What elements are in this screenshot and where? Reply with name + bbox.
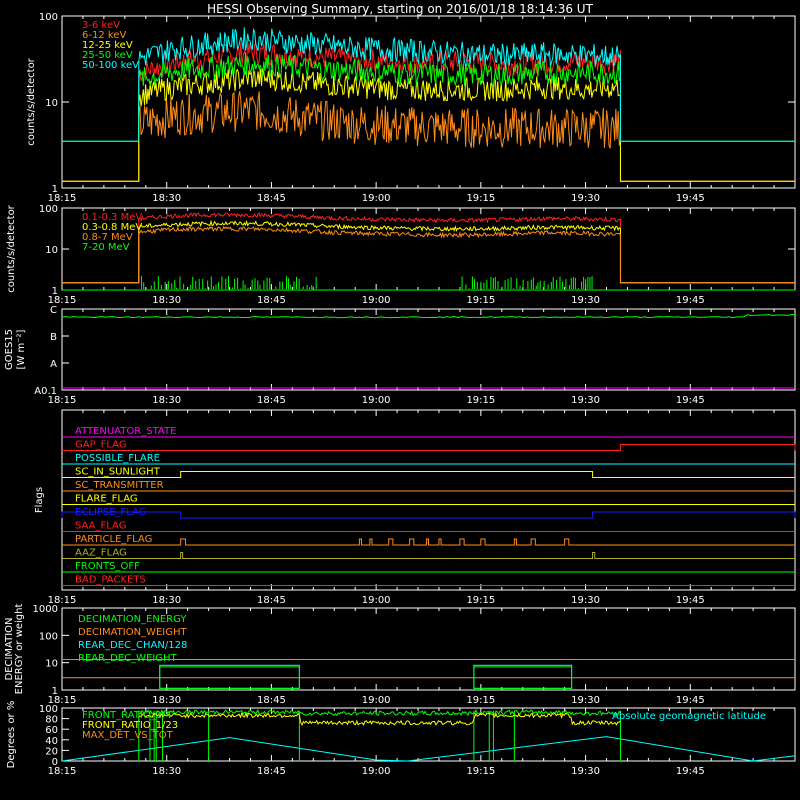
x-tick-label: 18:30 bbox=[152, 193, 181, 204]
x-tick-label: 19:30 bbox=[571, 193, 600, 204]
x-tick-label: 19:00 bbox=[362, 395, 391, 406]
y-tick-label: 10 bbox=[45, 245, 58, 256]
legend-entry: MAX_DET_VS_TOT bbox=[82, 730, 174, 741]
y-tick-label: 100 bbox=[39, 704, 58, 715]
legend-entry: DECIMATION_ENERGY bbox=[78, 614, 187, 625]
x-tick-label: 18:30 bbox=[152, 295, 181, 306]
legend-entry: REAR_DEC_WEIGHT bbox=[78, 653, 177, 664]
y-tick-label: 20 bbox=[45, 746, 58, 757]
legend-entry: 50-100 keV bbox=[82, 60, 139, 71]
x-tick-label: 19:30 bbox=[571, 295, 600, 306]
x-tick-label: 18:45 bbox=[257, 295, 286, 306]
x-tick-label: 19:45 bbox=[676, 395, 705, 406]
x-tick-label: 18:45 bbox=[257, 695, 286, 706]
x-tick-label: 19:15 bbox=[466, 695, 495, 706]
x-tick-label: 19:15 bbox=[466, 295, 495, 306]
x-tick-label: 19:45 bbox=[676, 295, 705, 306]
flag-label: PARTICLE_FLAG bbox=[75, 534, 152, 545]
flag-label: GAP_FLAG bbox=[75, 440, 127, 451]
x-tick-label: 18:45 bbox=[257, 193, 286, 204]
y-tick-label: 60 bbox=[45, 725, 58, 736]
x-tick-label: 19:00 bbox=[362, 193, 391, 204]
y-axis-label: ENERGY or weight bbox=[14, 604, 25, 695]
flag-label: SAA_FLAG bbox=[75, 521, 126, 532]
flag-label: SC_IN_SUNLIGHT bbox=[75, 467, 161, 478]
y-axis-unit: [W m⁻²] bbox=[16, 329, 27, 369]
x-tick-label: 18:45 bbox=[257, 766, 286, 777]
legend-entry: 7-20 MeV bbox=[82, 242, 130, 253]
y-tick-label: 1 bbox=[52, 184, 58, 195]
flag-label: FRONTS_OFF bbox=[75, 561, 140, 572]
flag-label: BAD_PACKETS bbox=[75, 575, 146, 586]
flag-label: ATTENUATOR_STATE bbox=[75, 426, 176, 437]
y-axis-label: counts/s/detector bbox=[6, 204, 17, 292]
y-tick-label: C bbox=[50, 305, 57, 316]
x-tick-label: 19:30 bbox=[571, 595, 600, 606]
legend-entry: DECIMATION_WEIGHT bbox=[78, 627, 187, 638]
x-tick-label: 18:30 bbox=[152, 595, 181, 606]
x-tick-label: 18:30 bbox=[152, 395, 181, 406]
x-tick-label: 19:15 bbox=[466, 595, 495, 606]
y-tick-label: 10 bbox=[45, 98, 58, 109]
x-tick-label: 19:45 bbox=[676, 595, 705, 606]
y-tick-label: 0 bbox=[52, 757, 58, 768]
x-tick-label: 19:00 bbox=[362, 595, 391, 606]
flag-label: AAZ_FLAG bbox=[75, 548, 127, 559]
y-tick-label: 1000 bbox=[33, 604, 58, 615]
y-tick-label: A0.1 bbox=[34, 386, 57, 397]
x-tick-label: 18:45 bbox=[257, 595, 286, 606]
x-tick-label: 19:00 bbox=[362, 766, 391, 777]
y-tick-label: 100 bbox=[39, 12, 58, 23]
x-tick-label: 19:00 bbox=[362, 695, 391, 706]
legend-entry: REAR_DEC_CHAN/128 bbox=[78, 640, 187, 651]
y-axis-label: Flags bbox=[34, 487, 45, 513]
x-tick-label: 19:15 bbox=[466, 193, 495, 204]
hessi-summary-plot: HESSI Observing Summary, starting on 201… bbox=[0, 0, 800, 800]
x-tick-label: 19:45 bbox=[676, 193, 705, 204]
x-tick-label: 18:45 bbox=[257, 395, 286, 406]
y-tick-label: 10 bbox=[45, 659, 58, 670]
x-tick-label: 19:15 bbox=[466, 395, 495, 406]
plot-title: HESSI Observing Summary, starting on 201… bbox=[207, 2, 593, 16]
x-tick-label: 18:30 bbox=[152, 766, 181, 777]
x-tick-label: 19:30 bbox=[571, 395, 600, 406]
x-tick-label: 18:30 bbox=[152, 695, 181, 706]
x-tick-label: 19:45 bbox=[676, 766, 705, 777]
y-axis-label: Degrees or % bbox=[6, 701, 17, 769]
flag-label: FLARE_FLAG bbox=[75, 494, 138, 505]
flag-label: POSSIBLE_FLARE bbox=[75, 453, 160, 464]
y-axis-label: GOES15 bbox=[4, 329, 15, 370]
y-tick-label: B bbox=[50, 332, 57, 343]
flag-label: SC_TRANSMITTER bbox=[75, 480, 164, 491]
y-tick-label: 1 bbox=[52, 286, 58, 297]
y-tick-label: A bbox=[50, 359, 57, 370]
y-tick-label: 100 bbox=[39, 631, 58, 642]
x-tick-label: 19:00 bbox=[362, 295, 391, 306]
annotation-label: Absolute geomagnetic latitude bbox=[612, 711, 766, 722]
x-tick-label: 19:15 bbox=[466, 766, 495, 777]
y-axis-label: counts/s/detector bbox=[26, 57, 37, 145]
x-tick-label: 19:45 bbox=[676, 695, 705, 706]
x-tick-label: 19:30 bbox=[571, 695, 600, 706]
y-tick-label: 100 bbox=[39, 204, 58, 215]
x-tick-label: 19:30 bbox=[571, 766, 600, 777]
y-tick-label: 1 bbox=[52, 686, 58, 697]
y-tick-label: 40 bbox=[45, 736, 58, 747]
y-tick-label: 80 bbox=[45, 715, 58, 726]
